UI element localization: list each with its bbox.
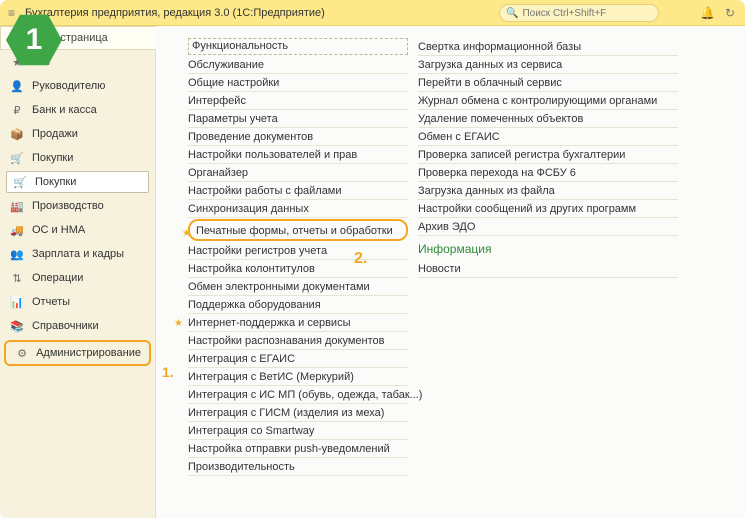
sidebar-item-sales[interactable]: 📦 Продажи [0,122,155,146]
settings-link[interactable]: Обслуживание [188,56,408,74]
sidebar: льная страница ★ ное 👤 Руководителю ₽ Ба… [0,26,156,518]
ruble-icon: ₽ [10,104,24,117]
settings-link-print-forms[interactable]: Печатные формы, отчеты и обработки [196,225,403,237]
settings-link[interactable]: Функциональность [188,38,408,55]
settings-link-highlight: Печатные формы, отчеты и обработки [188,219,408,241]
sidebar-item-label: Администрирование [36,347,141,359]
service-link[interactable]: Загрузка данных из сервиса [418,56,678,74]
service-link[interactable]: Свертка информационной базы [418,38,678,56]
info-link[interactable]: Новости [418,260,678,278]
service-link[interactable]: Настройки сообщений из других программ [418,200,678,218]
sidebar-item-manager[interactable]: 👤 Руководителю [0,74,155,98]
settings-link[interactable]: Синхронизация данных [188,200,408,218]
info-section-header: Информация [418,242,678,256]
sidebar-item-label: Операции [32,272,83,284]
history-icon[interactable]: ↻ [725,6,735,20]
sidebar-item-label: ОС и НМА [32,224,85,236]
app-window: 1 1. 2. ≡ Бухгалтерия предприятия, редак… [0,0,745,518]
settings-link[interactable]: Органайзер [188,164,408,182]
badge-number: 1 [26,23,43,57]
settings-link[interactable]: Настройки регистров учета [188,242,408,260]
sidebar-item-bank[interactable]: ₽ Банк и касса [0,98,155,122]
sidebar-item-purchases-selected[interactable]: 🛒 Покупки [6,171,149,193]
settings-link[interactable]: Производительность [188,458,408,476]
settings-link[interactable]: Интеграция с ВетИС (Меркурий) [188,368,408,386]
sidebar-item-admin-highlight: ⚙ Администрирование [4,340,151,366]
sidebar-item-label: Продажи [32,128,78,140]
factory-icon: 🏭 [10,200,24,213]
sidebar-item-label: Покупки [35,176,76,188]
settings-link[interactable]: Интернет-поддержка и сервисы [188,314,408,332]
settings-link[interactable]: Общие настройки [188,74,408,92]
callout-1: 1. [162,364,174,380]
sidebar-item-label: Производство [32,200,104,212]
settings-link[interactable]: Настройки распознавания документов [188,332,408,350]
settings-link[interactable]: Интеграция с ГИСМ (изделия из меха) [188,404,408,422]
chart-icon: 📊 [10,296,24,309]
sidebar-item-label: Покупки [32,152,73,164]
service-link[interactable]: Обмен с ЕГАИС [418,128,678,146]
titlebar: ≡ Бухгалтерия предприятия, редакция 3.0 … [0,0,745,26]
settings-link[interactable]: Настройка отправки push-уведомлений [188,440,408,458]
sidebar-item-label: Справочники [32,320,99,332]
hex-badge: 1 [6,12,62,68]
sidebar-item-purchases-top[interactable]: 🛒 Покупки [0,146,155,170]
settings-link[interactable]: Поддержка оборудования [188,296,408,314]
gear-icon: ⚙ [16,347,28,360]
service-link[interactable]: Журнал обмена с контролирующими органами [418,92,678,110]
settings-link[interactable]: Интеграция с ИС МП (обувь, одежда, табак… [188,386,408,404]
truck-icon: 🚚 [10,224,24,237]
cart-icon: 🛒 [13,176,27,189]
settings-link[interactable]: Настройка колонтитулов [188,260,408,278]
step-badge: 1 [6,12,62,68]
settings-link[interactable]: Настройки пользователей и прав [188,146,408,164]
service-link[interactable]: Загрузка данных из файла [418,182,678,200]
sidebar-item-admin[interactable]: ⚙ Администрирование [6,342,149,364]
people-icon: 👥 [10,248,24,261]
titlebar-actions: 🔔 ↻ [700,0,735,26]
bell-icon[interactable]: 🔔 [700,6,715,20]
sidebar-item-label: Отчеты [32,296,70,308]
sidebar-item-references[interactable]: 📚 Справочники [0,314,155,338]
settings-link[interactable]: Интерфейс [188,92,408,110]
search-input[interactable] [522,8,642,19]
content: льная страница ★ ное 👤 Руководителю ₽ Ба… [0,26,745,518]
service-link[interactable]: Удаление помеченных объектов [418,110,678,128]
person-icon: 👤 [10,80,24,93]
sidebar-item-assets[interactable]: 🚚 ОС и НМА [0,218,155,242]
sidebar-item-production[interactable]: 🏭 Производство [0,194,155,218]
service-link[interactable]: Проверка записей регистра бухгалтерии [418,146,678,164]
main-panel: Функциональность Обслуживание Общие наст… [156,26,745,518]
search-icon: 🔍 [506,8,518,19]
sidebar-item-reports[interactable]: 📊 Отчеты [0,290,155,314]
sidebar-item-label: Зарплата и кадры [32,248,124,260]
sidebar-item-operations[interactable]: ⇅ Операции [0,266,155,290]
service-link[interactable]: Архив ЭДО [418,218,678,236]
service-link[interactable]: Перейти в облачный сервис [418,74,678,92]
settings-link[interactable]: Параметры учета [188,110,408,128]
arrows-icon: ⇅ [10,272,24,285]
settings-link[interactable]: Интеграция со Smartway [188,422,408,440]
settings-column-left: Функциональность Обслуживание Общие наст… [188,38,408,502]
service-link[interactable]: Проверка перехода на ФСБУ 6 [418,164,678,182]
sidebar-item-payroll[interactable]: 👥 Зарплата и кадры [0,242,155,266]
box-icon: 📦 [10,128,24,141]
sidebar-item-label: Банк и касса [32,104,97,116]
settings-link[interactable]: Настройки работы с файлами [188,182,408,200]
sidebar-item-label: Руководителю [32,80,105,92]
search-box[interactable]: 🔍 [499,4,659,22]
cart-icon: 🛒 [10,152,24,165]
books-icon: 📚 [10,320,24,333]
settings-link[interactable]: Проведение документов [188,128,408,146]
callout-2: 2. [354,250,367,268]
settings-link[interactable]: Обмен электронными документами [188,278,408,296]
settings-link[interactable]: Интеграция с ЕГАИС [188,350,408,368]
app-title: Бухгалтерия предприятия, редакция 3.0 (1… [25,7,325,19]
settings-column-right: Свертка информационной базы Загрузка дан… [418,38,678,502]
